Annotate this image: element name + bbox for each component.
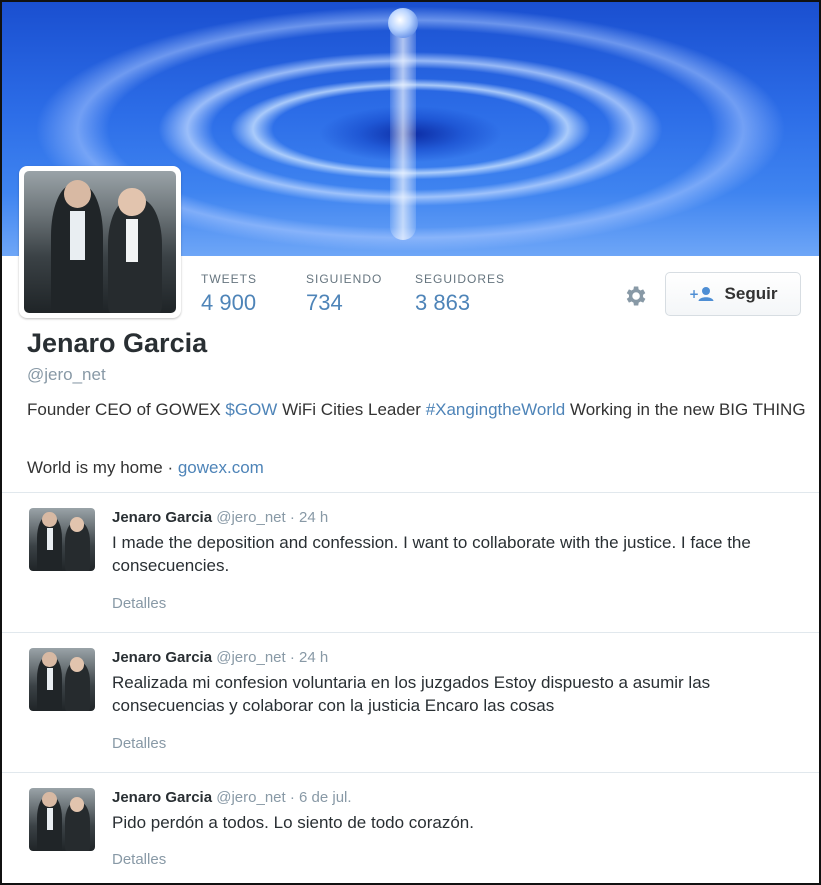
profile-url-link[interactable]: gowex.com [178,458,264,477]
bio-text: Founder CEO of GOWEX [27,400,226,419]
profile-location-row: World is my home · gowex.com [27,458,264,478]
cashtag-link[interactable]: $GOW [225,400,277,419]
tweet-timestamp[interactable]: · 6 de jul. [290,789,352,806]
tweet-author-handle[interactable]: @jero_net [216,509,285,526]
svg-text:+: + [689,287,699,301]
gear-icon[interactable] [622,283,648,309]
tweet-timestamp[interactable]: · 24 h [290,649,328,666]
tweet-avatar[interactable] [29,788,95,851]
tweet-details-link[interactable]: Detalles [112,595,166,612]
stat-tweets[interactable]: TWEETS 4 900 [201,272,257,316]
tweet-timestamp[interactable]: · 24 h [290,509,328,526]
stat-value: 4 900 [201,290,257,315]
follow-label: Seguir [724,284,778,303]
tweet-avatar[interactable] [29,648,95,711]
tweet-item[interactable]: Jenaro Garcia @jero_net · 24 h I made th… [2,493,819,632]
tweet-header: Jenaro Garcia @jero_net · 24 h [112,649,328,666]
avatar-photo [24,171,176,313]
tweet-text: I made the deposition and confession. I … [112,533,751,575]
tweet-header: Jenaro Garcia @jero_net · 24 h [112,509,328,526]
profile-avatar[interactable] [19,166,181,318]
tweet-item[interactable]: Jenaro Garcia @jero_net · 24 h Realizada… [2,633,819,772]
tweet-author-handle[interactable]: @jero_net [216,789,285,806]
bio-text: WiFi Cities Leader [277,400,426,419]
bio-text: Working in the new BIG THING [565,400,806,419]
tweet-header: Jenaro Garcia @jero_net · 6 de jul. [112,789,352,806]
tweet-details-link[interactable]: Detalles [112,851,166,868]
profile-bio: Founder CEO of GOWEX $GOW WiFi Cities Le… [27,398,807,422]
tweet-author-name[interactable]: Jenaro Garcia [112,509,212,526]
tweet-author-name[interactable]: Jenaro Garcia [112,649,212,666]
tweet-text: Realizada mi confesion voluntaria en los… [112,673,711,715]
water-drop-column [390,20,416,240]
water-drop [388,8,418,38]
tweet-author-handle[interactable]: @jero_net [216,649,285,666]
tweet-details-link[interactable]: Detalles [112,735,166,752]
stat-label: SIGUIENDO [306,272,383,286]
follow-button[interactable]: + Seguir [665,272,801,316]
tweet-avatar[interactable] [29,508,95,571]
profile-location: World is my home [27,458,163,477]
stat-label: TWEETS [201,272,257,286]
stat-following[interactable]: SIGUIENDO 734 [306,272,382,316]
profile-page: TWEETS 4 900 SIGUIENDO 734 SEGUIDORES 3 … [0,0,821,885]
hashtag-link[interactable]: #XangingtheWorld [426,400,566,419]
tweet-item[interactable]: Jenaro Garcia @jero_net · 6 de jul. Pido… [2,773,819,883]
stat-label: SEGUIDORES [415,272,506,286]
stat-followers[interactable]: SEGUIDORES 3 863 [415,272,505,316]
stat-value: 3 863 [415,290,471,315]
separator: · [162,458,178,477]
profile-name[interactable]: Jenaro Garcia [27,328,207,359]
stat-value: 734 [306,290,343,315]
add-user-icon: + [689,286,715,302]
profile-handle[interactable]: @jero_net [27,365,106,385]
tweet-author-name[interactable]: Jenaro Garcia [112,789,212,806]
tweet-text: Pido perdón a todos. Lo siento de todo c… [112,813,474,832]
